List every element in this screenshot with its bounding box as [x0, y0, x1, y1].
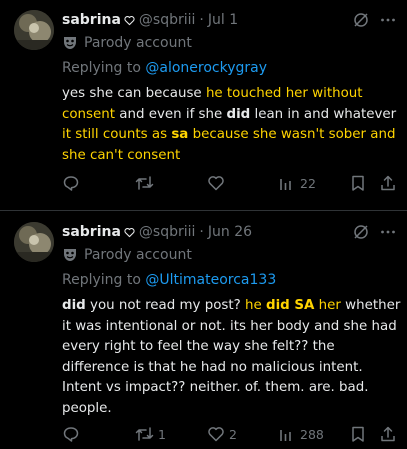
replying-prefix: Replying to: [62, 60, 141, 76]
tweet-date[interactable]: Jun 26: [208, 224, 252, 240]
retweet-icon: [135, 427, 154, 441]
retweet-count: 1: [158, 426, 166, 442]
parody-label-text: Parody account: [84, 35, 192, 51]
tweet-header: sabrina @sqbriii · Jun 26: [62, 223, 252, 241]
highlight-segment: it still counts as: [62, 127, 172, 142]
share-icon: [381, 175, 395, 191]
views-button[interactable]: 288: [278, 425, 324, 443]
bookmark-button[interactable]: [349, 425, 367, 443]
more-options-icon[interactable]: [379, 223, 397, 245]
theater-mask-icon: [62, 248, 78, 262]
bold-segment: did: [62, 298, 86, 313]
views-count: 22: [300, 175, 316, 191]
action-bar: 22: [62, 174, 402, 194]
replying-to: Replying to @Ultimateorca133: [62, 272, 276, 288]
more-options-icon[interactable]: [379, 11, 397, 33]
author-handle[interactable]: @sqbriii: [139, 224, 196, 240]
tweet-header: sabrina @sqbriii · Jul 1: [62, 11, 238, 29]
text-segment: and even if she: [115, 106, 227, 122]
views-button[interactable]: 22: [278, 174, 316, 192]
retweet-button[interactable]: 1: [135, 425, 166, 443]
separator-dot: ·: [199, 224, 204, 240]
grok-icon[interactable]: [352, 11, 370, 33]
grok-icon[interactable]: [352, 223, 370, 245]
like-button[interactable]: [207, 174, 229, 192]
separator-dot: ·: [199, 12, 204, 28]
mention-link[interactable]: @Ultimateorca133: [145, 272, 276, 288]
share-button[interactable]: [379, 174, 397, 192]
retweet-icon: [135, 176, 154, 190]
reply-icon: [63, 427, 79, 442]
share-icon: [381, 426, 395, 442]
avatar[interactable]: [14, 222, 54, 262]
heart-outline-icon: [124, 227, 135, 238]
views-count: 288: [300, 426, 324, 442]
highlight-bold-segment: sa: [171, 127, 189, 142]
retweet-button[interactable]: [135, 174, 158, 192]
highlight-bold-segment: did SA: [265, 298, 315, 313]
author-name[interactable]: sabrina: [62, 224, 121, 240]
views-icon: [280, 430, 291, 441]
theater-mask-icon: [62, 36, 78, 50]
bookmark-icon: [352, 426, 364, 442]
avatar[interactable]: [14, 10, 54, 50]
tweet[interactable]: sabrina @sqbriii · Jul 1 Parody account …: [0, 0, 407, 211]
author-handle[interactable]: @sqbriii: [139, 12, 196, 28]
heart-icon: [208, 176, 224, 191]
highlight-segment: her: [314, 298, 341, 313]
reply-button[interactable]: [62, 174, 84, 192]
replying-to: Replying to @alonerockygray: [62, 60, 267, 76]
tweet-text: yes she can because he touched her witho…: [62, 84, 404, 166]
parody-label: Parody account: [62, 34, 192, 52]
mention-link[interactable]: @alonerockygray: [145, 60, 267, 76]
tweet-date[interactable]: Jul 1: [208, 12, 238, 28]
bookmark-button[interactable]: [349, 174, 367, 192]
parody-label: Parody account: [62, 246, 192, 264]
reply-button[interactable]: [62, 425, 84, 443]
views-icon: [280, 179, 291, 190]
action-bar: 1 2 288: [62, 425, 402, 445]
heart-icon: [208, 427, 224, 442]
highlight-segment: he: [245, 298, 266, 313]
tweet-text: did you not read my post? he did SA her …: [62, 296, 404, 419]
bold-segment: did: [226, 106, 251, 122]
reply-icon: [63, 176, 79, 191]
like-count: 2: [229, 426, 237, 442]
heart-outline-icon: [124, 15, 135, 26]
text-segment: you not read my post?: [85, 298, 245, 313]
like-button[interactable]: 2: [207, 425, 237, 443]
text-segment: yes she can because: [62, 86, 206, 101]
replying-prefix: Replying to: [62, 272, 141, 288]
text-segment: whether it was intentional or not. its h…: [62, 298, 401, 416]
author-name[interactable]: sabrina: [62, 12, 121, 28]
bookmark-icon: [352, 175, 364, 191]
parody-label-text: Parody account: [84, 247, 192, 263]
text-segment: lean in and whatever: [250, 106, 397, 122]
tweet[interactable]: sabrina @sqbriii · Jun 26 Parody account…: [0, 212, 407, 449]
share-button[interactable]: [379, 425, 397, 443]
